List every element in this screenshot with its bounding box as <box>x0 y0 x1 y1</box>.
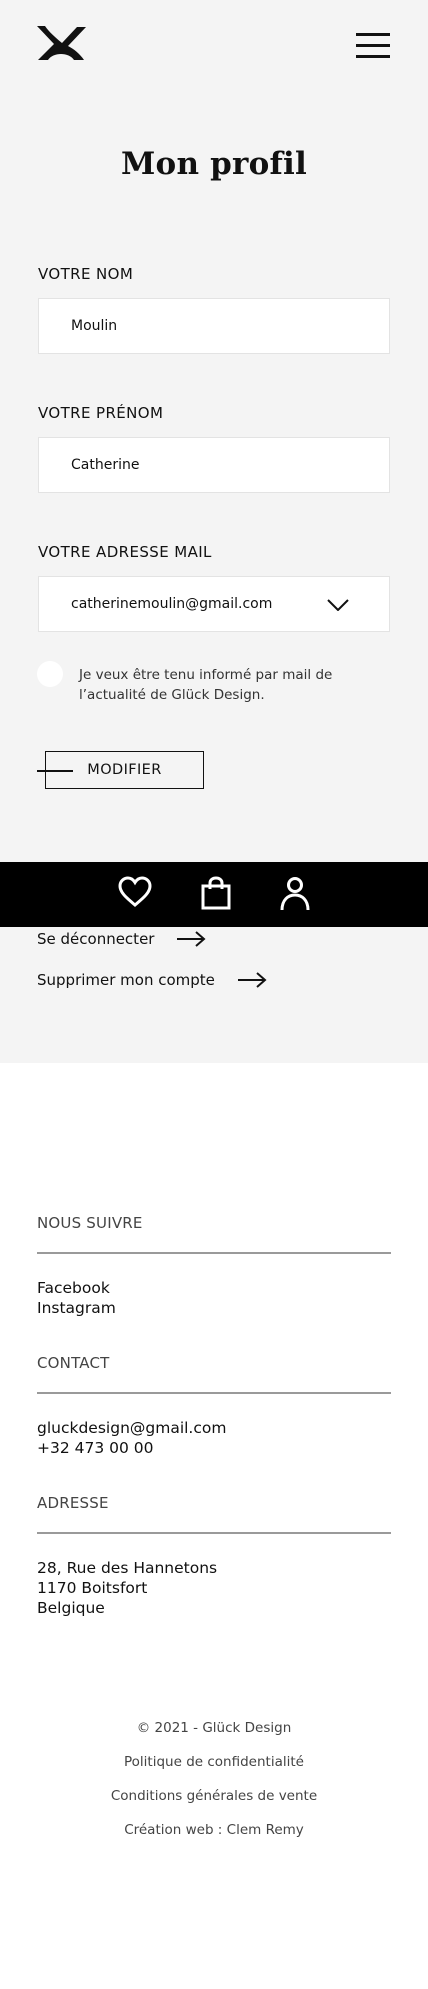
social-links: Facebook Instagram <box>37 1278 116 1318</box>
email-field[interactable] <box>38 576 390 632</box>
arrow-right-icon <box>177 931 206 947</box>
logout-label: Se déconnecter <box>37 930 155 948</box>
delete-account-link[interactable]: Supprimer mon compte <box>37 971 267 989</box>
hamburger-menu-icon[interactable] <box>356 33 390 59</box>
gluck-design-logo-icon[interactable] <box>34 24 88 64</box>
address-heading: ADRESSE <box>37 1494 109 1512</box>
last-name-field[interactable] <box>38 298 390 354</box>
shopping-bag-icon[interactable] <box>201 876 231 910</box>
facebook-link[interactable]: Facebook <box>37 1278 116 1298</box>
first-name-field[interactable] <box>38 437 390 493</box>
footer-divider <box>37 1392 391 1394</box>
address-line: 1170 Boitsfort <box>37 1579 148 1597</box>
first-name-input[interactable] <box>71 457 389 473</box>
chevron-down-icon[interactable] <box>327 599 349 611</box>
contact-email-link[interactable]: gluckdesign@gmail.com <box>37 1418 226 1438</box>
instagram-link[interactable]: Instagram <box>37 1298 116 1318</box>
web-credit-link[interactable]: Création web : Clem Remy <box>0 1822 428 1838</box>
arrow-right-icon <box>237 972 267 988</box>
page-title: Mon profil <box>121 146 307 182</box>
newsletter-text: Je veux être tenu informé par mail de l’… <box>79 667 333 703</box>
heart-icon[interactable] <box>118 876 152 908</box>
first-name-label: VOTRE PRÉNOM <box>38 404 164 422</box>
email-input[interactable] <box>71 596 331 612</box>
bottom-navigation-bar <box>0 862 428 927</box>
address-line: Belgique <box>37 1599 105 1617</box>
delete-account-label: Supprimer mon compte <box>37 971 215 989</box>
footer-divider <box>37 1252 391 1254</box>
last-name-input[interactable] <box>71 318 389 334</box>
last-name-label: VOTRE NOM <box>38 265 134 283</box>
logout-link[interactable]: Se déconnecter <box>37 930 206 948</box>
terms-of-sale-link[interactable]: Conditions générales de vente <box>0 1788 428 1804</box>
contact-info: gluckdesign@gmail.com +32 473 00 00 <box>37 1418 226 1458</box>
address-block: 28, Rue des Hannetons 1170 Boitsfort Bel… <box>37 1558 217 1618</box>
privacy-policy-link[interactable]: Politique de confidentialité <box>0 1754 428 1770</box>
modify-button[interactable]: MODIFIER <box>45 751 204 789</box>
address-line: 28, Rue des Hannetons <box>37 1559 218 1577</box>
copyright-text: © 2021 - Glück Design <box>136 1720 292 1736</box>
follow-heading: NOUS SUIVRE <box>37 1214 143 1232</box>
newsletter-checkbox[interactable] <box>37 661 63 687</box>
contact-heading: CONTACT <box>37 1354 110 1372</box>
user-icon[interactable] <box>279 876 311 912</box>
email-label: VOTRE ADRESSE MAIL <box>38 543 212 561</box>
contact-phone-link[interactable]: +32 473 00 00 <box>37 1438 226 1458</box>
footer-divider <box>37 1532 391 1534</box>
